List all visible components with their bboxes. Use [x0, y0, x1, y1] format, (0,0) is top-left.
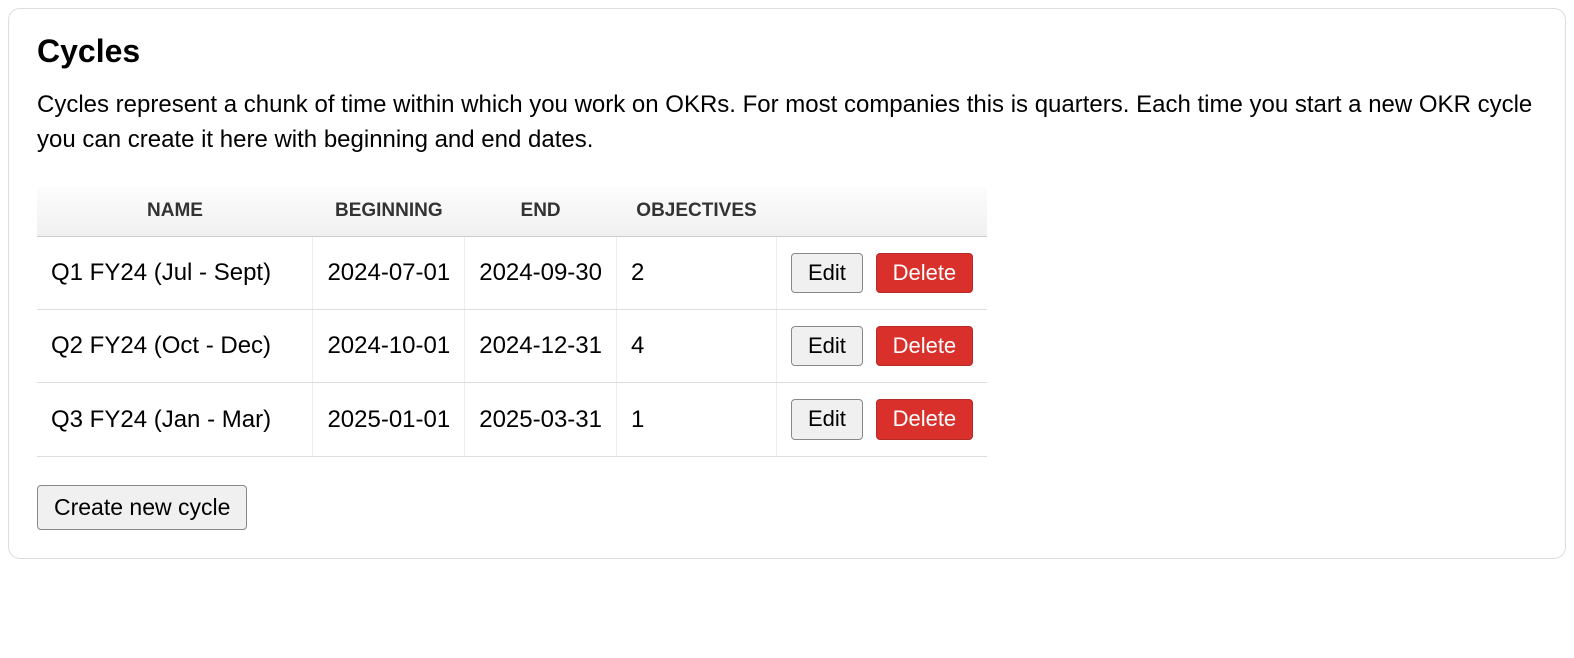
- cell-name: Q1 FY24 (Jul - Sept): [37, 236, 313, 309]
- cycles-panel: Cycles Cycles represent a chunk of time …: [8, 8, 1566, 559]
- cell-end: 2025-03-31: [465, 383, 617, 456]
- delete-button[interactable]: Delete: [876, 326, 974, 366]
- cell-actions: Edit Delete: [776, 236, 987, 309]
- cell-end: 2024-12-31: [465, 309, 617, 382]
- col-header-end: End: [465, 186, 617, 237]
- cell-actions: Edit Delete: [776, 383, 987, 456]
- cell-beginning: 2025-01-01: [313, 383, 465, 456]
- cycles-table: Name Beginning End Objectives Q1 FY24 (J…: [37, 186, 987, 457]
- cycles-description: Cycles represent a chunk of time within …: [37, 88, 1537, 158]
- col-header-actions: [776, 186, 987, 237]
- cell-objectives: 4: [616, 309, 776, 382]
- col-header-objectives: Objectives: [616, 186, 776, 237]
- table-row: Q3 FY24 (Jan - Mar) 2025-01-01 2025-03-3…: [37, 383, 987, 456]
- cell-objectives: 1: [616, 383, 776, 456]
- cell-objectives: 2: [616, 236, 776, 309]
- edit-button[interactable]: Edit: [791, 253, 863, 293]
- cell-name: Q3 FY24 (Jan - Mar): [37, 383, 313, 456]
- edit-button[interactable]: Edit: [791, 326, 863, 366]
- table-row: Q2 FY24 (Oct - Dec) 2024-10-01 2024-12-3…: [37, 309, 987, 382]
- cell-name: Q2 FY24 (Oct - Dec): [37, 309, 313, 382]
- page-title: Cycles: [37, 33, 1537, 70]
- delete-button[interactable]: Delete: [876, 399, 974, 439]
- cell-end: 2024-09-30: [465, 236, 617, 309]
- cell-beginning: 2024-10-01: [313, 309, 465, 382]
- delete-button[interactable]: Delete: [876, 253, 974, 293]
- col-header-beginning: Beginning: [313, 186, 465, 237]
- edit-button[interactable]: Edit: [791, 399, 863, 439]
- col-header-name: Name: [37, 186, 313, 237]
- cell-beginning: 2024-07-01: [313, 236, 465, 309]
- cell-actions: Edit Delete: [776, 309, 987, 382]
- table-row: Q1 FY24 (Jul - Sept) 2024-07-01 2024-09-…: [37, 236, 987, 309]
- create-new-cycle-button[interactable]: Create new cycle: [37, 485, 247, 530]
